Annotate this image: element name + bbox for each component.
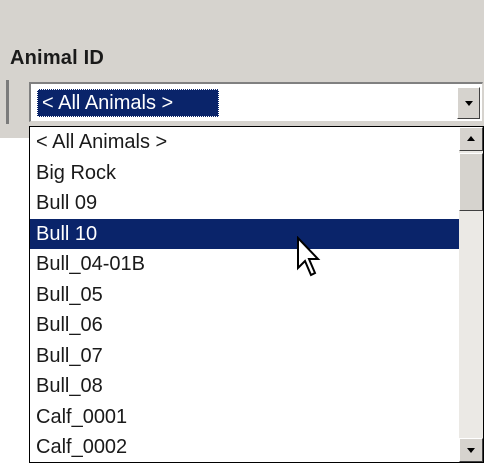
combobox-selected-value: < All Animals >	[37, 89, 219, 117]
scroll-up-button[interactable]	[459, 127, 483, 151]
list-item-bull-09[interactable]: Bull 09	[30, 188, 460, 219]
list-item-bull-06[interactable]: Bull_06	[30, 310, 460, 341]
panel-edge	[6, 80, 9, 124]
list-item-calf-0002[interactable]: Calf_0002	[30, 432, 460, 463]
scroll-up-arrow-icon	[467, 136, 475, 141]
scroll-down-button[interactable]	[459, 438, 483, 462]
scrollbar-thumb[interactable]	[459, 153, 483, 211]
list-item-bull-08[interactable]: Bull_08	[30, 371, 460, 402]
animal-id-dropdown-list[interactable]: < All Animals > Big Rock Bull 09 Bull 10…	[29, 126, 484, 463]
list-item-all-animals[interactable]: < All Animals >	[30, 127, 460, 158]
animal-id-label: Animal ID	[10, 47, 105, 69]
dropdown-items: < All Animals > Big Rock Bull 09 Bull 10…	[30, 127, 460, 463]
combobox-dropdown-button[interactable]	[457, 87, 480, 119]
list-item-bull-04-01b[interactable]: Bull_04-01B	[30, 249, 460, 280]
list-item-calf-0001[interactable]: Calf_0001	[30, 402, 460, 433]
mouse-pointer-icon	[297, 236, 321, 277]
list-item-bull-10[interactable]: Bull 10	[30, 218, 460, 249]
list-item-big-rock[interactable]: Big Rock	[30, 158, 460, 189]
vertical-scrollbar[interactable]	[459, 127, 483, 462]
list-item-bull-05[interactable]: Bull_05	[30, 280, 460, 311]
animal-id-combobox[interactable]: < All Animals >	[29, 82, 483, 122]
chevron-down-icon	[464, 101, 473, 106]
list-item-bull-07[interactable]: Bull_07	[30, 341, 460, 372]
scroll-down-arrow-icon	[467, 448, 475, 453]
